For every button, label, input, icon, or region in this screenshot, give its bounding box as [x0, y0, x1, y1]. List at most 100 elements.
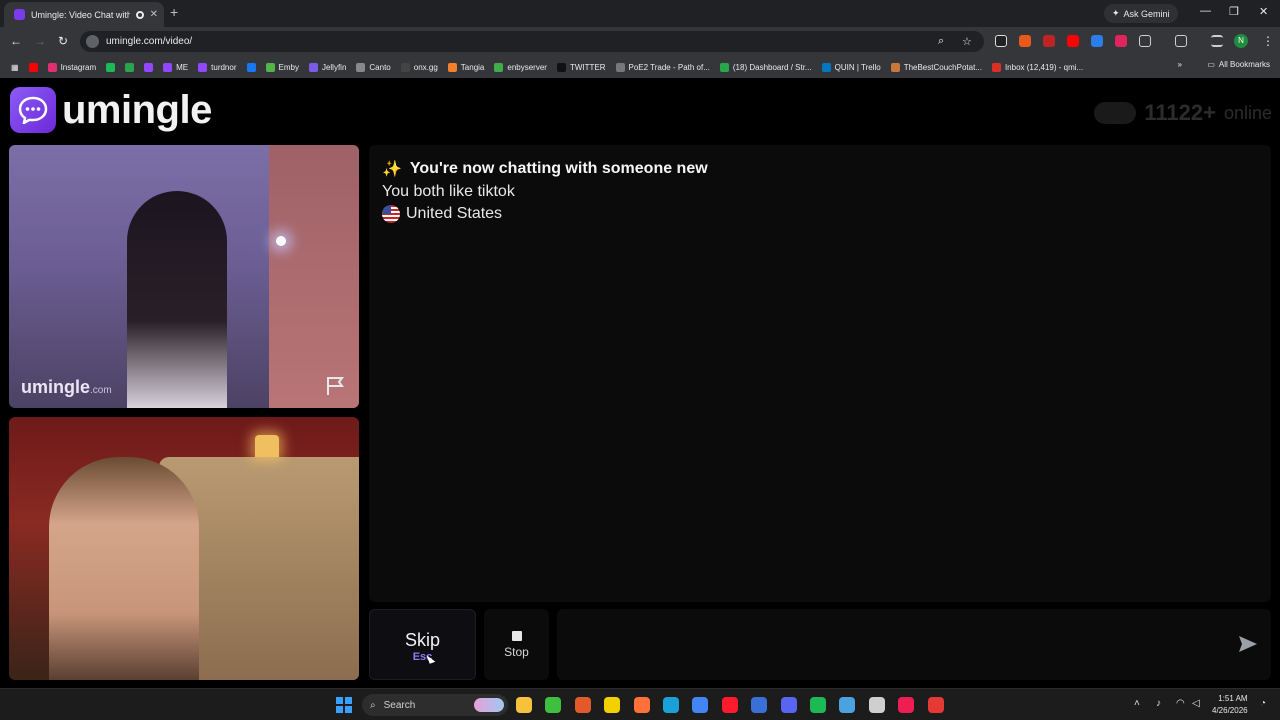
shared-interest-message: You both like tiktok — [382, 183, 1258, 201]
volume-icon[interactable]: ◁ — [1192, 698, 1200, 709]
bookmark-label: (18) Dashboard / Str... — [732, 62, 812, 72]
bookmarks-bar: ▦ Instagram ME turdnor Emby Jellyfin Canto onx… — [0, 56, 1280, 78]
firefox-icon[interactable] — [634, 697, 650, 713]
extension-fox-icon[interactable] — [1019, 35, 1031, 47]
more-bookmarks-icon[interactable]: » — [1178, 60, 1182, 69]
site-info-icon[interactable] — [86, 35, 99, 48]
bookmark-favicon-icon — [991, 62, 1001, 72]
extensions-puzzle-icon[interactable] — [1139, 35, 1151, 47]
chat-panel: ✨ You're now chatting with someone new Y… — [369, 145, 1271, 602]
microphone-icon[interactable]: ♪ — [1156, 698, 1161, 709]
close-window-icon[interactable]: ✕ — [1259, 5, 1268, 18]
cast-icon[interactable] — [1175, 35, 1187, 47]
back-icon[interactable]: ← — [10, 34, 22, 48]
bookmark-item[interactable]: (18) Dashboard / Str... — [715, 58, 817, 76]
close-tab-icon[interactable]: ✕ — [150, 9, 158, 20]
chat-system-message: ✨ You're now chatting with someone new — [382, 159, 1258, 179]
online-toggle[interactable] — [1094, 102, 1137, 124]
profile-avatar[interactable]: N — [1234, 34, 1248, 48]
bookmark-star-icon[interactable]: ☆ — [962, 35, 972, 48]
message-input[interactable] — [557, 609, 1271, 680]
skip-button[interactable]: Skip Esc — [369, 609, 476, 680]
edge-icon[interactable] — [663, 697, 679, 713]
bookmark-item[interactable]: TheBestCouchPotat... — [886, 58, 987, 76]
bookmark-favicon-icon — [246, 62, 256, 72]
discord-icon[interactable] — [781, 697, 797, 713]
system-clock[interactable]: 1:51 AM 4/26/2026 — [1212, 693, 1248, 717]
clock-date: 4/26/2026 — [1212, 706, 1248, 715]
apps-grid-icon[interactable]: ▦ — [6, 58, 24, 76]
bookmark-label: Instagram — [60, 62, 97, 72]
bookmark-item[interactable] — [120, 58, 139, 76]
windows-start-icon[interactable] — [336, 697, 352, 713]
bookmark-item[interactable] — [24, 58, 43, 76]
chrome-icon[interactable] — [692, 697, 708, 713]
bookmark-item[interactable] — [139, 58, 158, 76]
online-indicator: 11122+ online — [1094, 100, 1272, 126]
restore-window-icon[interactable]: ❐ — [1229, 5, 1239, 18]
send-icon[interactable] — [1238, 635, 1258, 658]
bookmark-item[interactable] — [101, 58, 120, 76]
show-hidden-icons-icon[interactable]: ˄ — [1134, 698, 1140, 709]
sticky-notes-icon[interactable] — [604, 697, 620, 713]
report-flag-icon[interactable] — [325, 376, 347, 401]
bookmark-item[interactable]: Tangia — [443, 58, 490, 76]
extension-k-icon[interactable] — [995, 35, 1007, 47]
minimize-window-icon[interactable]: — — [1200, 5, 1211, 17]
bookmark-favicon-icon — [400, 62, 410, 72]
country-text: United States — [406, 205, 503, 222]
extension-red-icon[interactable] — [1043, 35, 1055, 47]
bookmark-item[interactable]: Emby — [261, 58, 304, 76]
file-explorer-icon[interactable] — [516, 697, 532, 713]
bookmark-item[interactable]: Inbox (12,419) - qmi... — [987, 58, 1088, 76]
bookmark-item[interactable]: Instagram — [43, 58, 102, 76]
us-flag-icon — [382, 205, 400, 223]
media-player-icon[interactable] — [545, 697, 561, 713]
extension-blue-icon[interactable] — [1091, 35, 1103, 47]
ask-gemini-label: Ask Gemini — [1123, 8, 1170, 19]
wifi-icon[interactable]: ◠ — [1176, 698, 1185, 709]
app-blue-icon[interactable] — [751, 697, 767, 713]
bookmark-item[interactable]: TWITTER — [552, 58, 611, 76]
bookmark-favicon-icon — [447, 62, 457, 72]
zoom-icon[interactable]: ⌕ — [938, 35, 944, 48]
notepad-icon[interactable] — [839, 697, 855, 713]
stop-button[interactable]: Stop — [484, 609, 549, 680]
browser-tab[interactable]: Umingle: Video Chat with S ✕ — [4, 2, 164, 27]
app-orange-icon[interactable] — [575, 697, 591, 713]
bookmark-item[interactable]: Jellyfin — [304, 58, 351, 76]
reload-icon[interactable]: ↻ — [58, 34, 68, 48]
bookmark-item[interactable] — [242, 58, 261, 76]
bookmark-label: Jellyfin — [321, 62, 347, 72]
obs-icon[interactable] — [869, 697, 885, 713]
extension-pink-icon[interactable] — [1115, 35, 1127, 47]
bookmark-item[interactable]: turdnor — [193, 58, 241, 76]
bookmark-item[interactable]: QUIN | Trello — [817, 58, 886, 76]
self-person — [49, 457, 199, 680]
taskbar-search[interactable]: ⌕ Search — [362, 694, 508, 716]
tiktok-icon[interactable] — [898, 697, 914, 713]
bookmark-item[interactable]: ME — [158, 58, 193, 76]
bookmark-item[interactable]: enbyserver — [489, 58, 552, 76]
bookmark-favicon-icon — [356, 62, 366, 72]
bookmark-item[interactable]: onx.gg — [396, 58, 443, 76]
umingle-logo[interactable]: umingle — [10, 87, 212, 133]
bookmark-item[interactable]: Canto — [351, 58, 395, 76]
extension-youtube-icon[interactable] — [1067, 35, 1079, 47]
tab-search-icon[interactable] — [1211, 35, 1223, 47]
menu-kebab-icon[interactable]: ⋮ — [1262, 34, 1274, 48]
sparkle-icon: ✨ — [382, 161, 402, 178]
all-bookmarks-button[interactable]: ▭ All Bookmarks — [1207, 60, 1270, 69]
app-red-icon[interactable] — [928, 697, 944, 713]
logo-wordmark: umingle — [62, 87, 212, 132]
address-bar[interactable]: umingle.com/video/ ⌕ ☆ — [80, 31, 984, 52]
notifications-icon[interactable]: ◔ — [1260, 698, 1266, 709]
bookmark-favicon-icon — [308, 62, 318, 72]
spotify-icon[interactable] — [810, 697, 826, 713]
forward-icon[interactable]: → — [34, 34, 46, 48]
ask-gemini-button[interactable]: ✦ Ask Gemini — [1104, 4, 1178, 23]
bookmark-item[interactable]: PoE2 Trade - Path of... — [611, 58, 715, 76]
opera-icon[interactable] — [722, 697, 738, 713]
new-tab-button[interactable]: + — [170, 4, 178, 20]
bookmark-favicon-icon — [144, 62, 154, 72]
